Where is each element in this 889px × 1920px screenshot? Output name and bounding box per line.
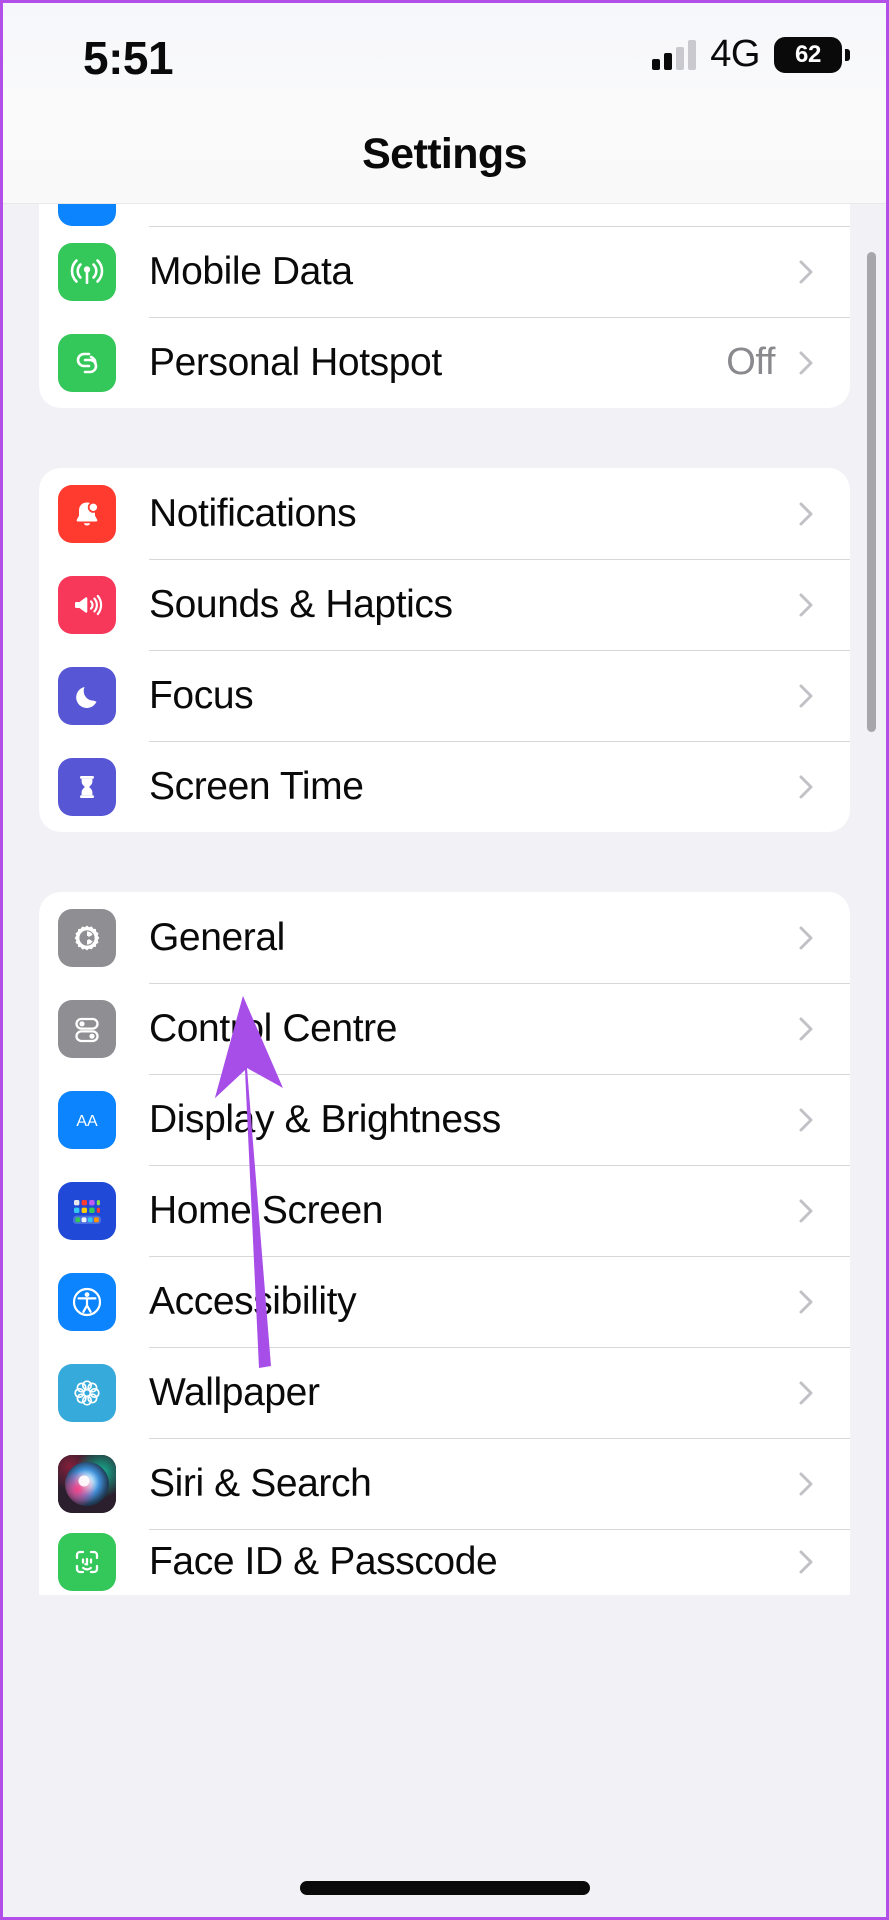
sidebar-item-siri-search[interactable]: Siri & Search: [39, 1438, 850, 1529]
speaker-icon: [58, 575, 116, 634]
gear-icon: [58, 908, 116, 967]
sidebar-item-label: Home Screen: [149, 1188, 384, 1232]
sidebar-item-label: Mobile Data: [149, 249, 353, 293]
settings-list-scroll-area[interactable]: Mobile Data Personal Hotspot Off Notific…: [3, 204, 886, 1917]
settings-group-alerts: Notifications Sounds & Haptics Focus Scr…: [39, 468, 850, 832]
sidebar-item-home-screen[interactable]: Home Screen: [39, 1165, 850, 1256]
chevron-right-icon: [793, 683, 819, 709]
vertical-scrollbar[interactable]: [867, 252, 876, 732]
sidebar-item-label: Siri & Search: [149, 1461, 372, 1505]
sidebar-item-notifications[interactable]: Notifications: [39, 468, 850, 559]
battery-icon: 62: [774, 36, 850, 73]
chevron-right-icon: [793, 1198, 819, 1224]
chevron-right-icon: [793, 350, 819, 376]
sidebar-item-label: Wallpaper: [149, 1370, 320, 1414]
svg-text:AA: AA: [76, 1113, 98, 1130]
face-id-icon: [58, 1533, 116, 1591]
cellular-signal-icon: [652, 39, 697, 70]
text-size-icon: AA: [58, 1090, 116, 1149]
sidebar-item-label: Personal Hotspot: [149, 340, 442, 384]
phone-screenshot-frame: 5:51 4G 62 Settings Mobile Data Personal…: [0, 0, 889, 1920]
accessibility-icon: [58, 1272, 116, 1331]
home-indicator: [299, 1881, 590, 1895]
sidebar-item-accessibility[interactable]: Accessibility: [39, 1256, 850, 1347]
navigation-bar: Settings: [3, 106, 886, 204]
bell-icon: [58, 484, 116, 543]
wifi-icon: [58, 204, 116, 226]
chevron-right-icon: [793, 1016, 819, 1042]
toggles-icon: [58, 999, 116, 1058]
sidebar-item-label: Focus: [149, 673, 254, 717]
app-grid-icon: [58, 1181, 116, 1240]
battery-percentage-label: 62: [794, 40, 822, 68]
row-value: Off: [726, 341, 775, 383]
chevron-right-icon: [793, 1471, 819, 1497]
chevron-right-icon: [793, 1549, 819, 1575]
chevron-right-icon: [793, 592, 819, 618]
chevron-right-icon: [793, 501, 819, 527]
chevron-right-icon: [793, 774, 819, 800]
sidebar-item-label: Face ID & Passcode: [149, 1540, 498, 1583]
battery-cap: [845, 48, 850, 61]
sidebar-item-screen-time[interactable]: Screen Time: [39, 741, 850, 832]
sidebar-item-control-centre[interactable]: Control Centre: [39, 983, 850, 1074]
sidebar-item-label: Screen Time: [149, 764, 364, 808]
siri-orb-icon: [58, 1454, 116, 1513]
settings-group-connectivity: Mobile Data Personal Hotspot Off: [39, 204, 850, 408]
network-type-label: 4G: [710, 33, 760, 75]
status-bar: 5:51 4G 62: [3, 3, 886, 106]
flower-icon: [58, 1363, 116, 1422]
sidebar-item-label: Notifications: [149, 491, 357, 535]
hourglass-icon: [58, 757, 116, 816]
chevron-right-icon: [793, 1107, 819, 1133]
status-bar-clock: 5:51: [83, 32, 174, 84]
sidebar-item-personal-hotspot[interactable]: Personal Hotspot Off: [39, 317, 850, 408]
sidebar-item-label: Accessibility: [149, 1279, 357, 1323]
moon-icon: [58, 666, 116, 725]
sidebar-item-label: Control Centre: [149, 1006, 398, 1050]
settings-group-system: General Control Centre AA Display & Brig…: [39, 892, 850, 1595]
page-title: Settings: [362, 130, 527, 178]
sidebar-item-focus[interactable]: Focus: [39, 650, 850, 741]
cellular-icon: [58, 242, 116, 301]
chevron-right-icon: [793, 259, 819, 285]
status-bar-indicators: 4G 62: [652, 33, 850, 76]
sidebar-item-general[interactable]: General: [39, 892, 850, 983]
battery-body: 62: [774, 36, 842, 73]
list-item-partial-wifi[interactable]: [39, 204, 850, 226]
sidebar-item-display-brightness[interactable]: AA Display & Brightness: [39, 1074, 850, 1165]
sidebar-item-face-id-passcode[interactable]: Face ID & Passcode: [39, 1529, 850, 1595]
sidebar-item-sounds-haptics[interactable]: Sounds & Haptics: [39, 559, 850, 650]
hotspot-icon: [58, 333, 116, 392]
sidebar-item-label: Sounds & Haptics: [149, 582, 453, 626]
sidebar-item-label: General: [149, 915, 285, 959]
chevron-right-icon: [793, 1380, 819, 1406]
sidebar-item-wallpaper[interactable]: Wallpaper: [39, 1347, 850, 1438]
chevron-right-icon: [793, 925, 819, 951]
chevron-right-icon: [793, 1289, 819, 1315]
sidebar-item-label: Display & Brightness: [149, 1097, 501, 1141]
sidebar-item-mobile-data[interactable]: Mobile Data: [39, 226, 850, 317]
